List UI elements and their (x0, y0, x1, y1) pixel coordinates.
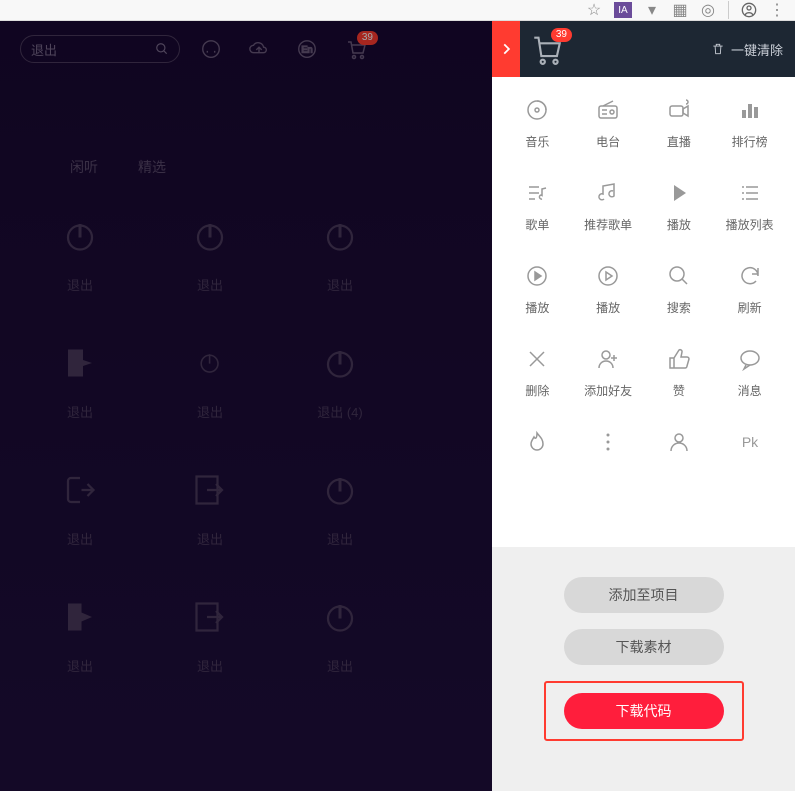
playlist-icon (737, 180, 763, 206)
thumbs-up-icon (666, 346, 692, 372)
dropdown-icon[interactable]: ▾ (644, 2, 660, 18)
panel-grid-item[interactable]: 歌单 (502, 180, 573, 233)
camera-icon (666, 97, 692, 123)
trash-icon (711, 42, 725, 56)
panel-grid-item[interactable]: 添加好友 (573, 346, 644, 399)
panel-grid-item[interactable]: 播放 (644, 180, 715, 233)
target-icon[interactable]: ◎ (700, 2, 716, 18)
panel-item-label: 消息 (738, 382, 762, 399)
panel-item-label: 刷新 (738, 299, 762, 316)
browser-toolbar: ☆ IA ▾ ▦ ◎ ⋮ (0, 0, 795, 21)
search-icon (666, 263, 692, 289)
app-background: 退出 En 39 闲听 精选 退出退出退出退出退出退出 (4)退出退出退出退出退… (0, 21, 795, 791)
panel-grid-item[interactable]: Pk (714, 429, 785, 465)
panel-grid-item[interactable] (502, 429, 573, 465)
download-code-button[interactable]: 下载代码 (564, 693, 724, 729)
music-note-icon (595, 180, 621, 206)
panel-item-label: 播放列表 (726, 216, 774, 233)
panel-grid-item[interactable]: 搜索 (644, 263, 715, 316)
panel-header: 39 一键清除 (492, 21, 795, 77)
panel-item-label: 播放 (667, 216, 691, 233)
divider (728, 1, 729, 19)
panel-item-label: 歌单 (525, 216, 549, 233)
panel-grid-item[interactable] (644, 429, 715, 465)
panel-grid-item[interactable]: 直播 (644, 97, 715, 150)
panel-body: 音乐电台直播排行榜歌单推荐歌单播放播放列表播放播放搜索刷新删除添加好友赞消息Pk (492, 77, 795, 547)
play-circle-icon (524, 263, 550, 289)
grid-icon[interactable]: ▦ (672, 2, 688, 18)
star-icon[interactable]: ☆ (586, 2, 602, 18)
panel-cart-icon[interactable]: 39 (530, 32, 564, 66)
panel-item-label: 音乐 (525, 133, 549, 150)
panel-footer: 添加至项目 下载素材 下载代码 (492, 547, 795, 791)
panel-grid-item[interactable]: 删除 (502, 346, 573, 399)
pk-icon: Pk (737, 429, 763, 455)
account-icon[interactable] (741, 2, 757, 18)
panel-item-label: 添加好友 (584, 382, 632, 399)
panel-grid-item[interactable]: 电台 (573, 97, 644, 150)
panel-item-label: 直播 (667, 133, 691, 150)
panel-item-label: 播放 (525, 299, 549, 316)
side-panel: 39 一键清除 音乐电台直播排行榜歌单推荐歌单播放播放列表播放播放搜索刷新删除添… (492, 21, 795, 791)
clear-all-label: 一键清除 (731, 40, 783, 59)
add-user-icon (595, 346, 621, 372)
play-icon (666, 180, 692, 206)
panel-grid-item[interactable]: 播放列表 (714, 180, 785, 233)
bars-icon (737, 97, 763, 123)
panel-grid-item[interactable]: 播放 (573, 263, 644, 316)
panel-item-label: 删除 (525, 382, 549, 399)
download-asset-button[interactable]: 下载素材 (564, 629, 724, 665)
user-icon (666, 429, 692, 455)
panel-item-label: 搜索 (667, 299, 691, 316)
clear-all-button[interactable]: 一键清除 (711, 40, 783, 59)
collapse-button[interactable] (492, 21, 520, 77)
panel-grid-item[interactable]: 赞 (644, 346, 715, 399)
radio-icon (595, 97, 621, 123)
list-music-icon (524, 180, 550, 206)
panel-grid-item[interactable]: 播放 (502, 263, 573, 316)
panel-item-label: 排行榜 (732, 133, 768, 150)
svg-text:Pk: Pk (741, 434, 758, 450)
menu-icon[interactable]: ⋮ (769, 2, 785, 18)
panel-item-label: 播放 (596, 299, 620, 316)
ia-icon[interactable]: IA (614, 2, 632, 18)
panel-cart-badge: 39 (551, 28, 572, 42)
panel-grid-item[interactable]: 排行榜 (714, 97, 785, 150)
panel-item-label: 推荐歌单 (584, 216, 632, 233)
panel-grid-item[interactable]: 音乐 (502, 97, 573, 150)
close-icon (524, 346, 550, 372)
dim-overlay (0, 21, 492, 791)
panel-icon-grid: 音乐电台直播排行榜歌单推荐歌单播放播放列表播放播放搜索刷新删除添加好友赞消息Pk (502, 97, 785, 465)
panel-item-label: 赞 (673, 382, 685, 399)
refresh-icon (737, 263, 763, 289)
panel-grid-item[interactable]: 消息 (714, 346, 785, 399)
add-to-project-button[interactable]: 添加至项目 (564, 577, 724, 613)
download-code-highlight: 下载代码 (544, 681, 744, 741)
panel-grid-item[interactable] (573, 429, 644, 465)
panel-grid-item[interactable]: 刷新 (714, 263, 785, 316)
music-disc-icon (524, 97, 550, 123)
panel-grid-item[interactable]: 推荐歌单 (573, 180, 644, 233)
fire-icon (524, 429, 550, 455)
dots-v-icon (595, 429, 621, 455)
message-icon (737, 346, 763, 372)
panel-item-label: 电台 (596, 133, 620, 150)
play-circle-thin-icon (595, 263, 621, 289)
